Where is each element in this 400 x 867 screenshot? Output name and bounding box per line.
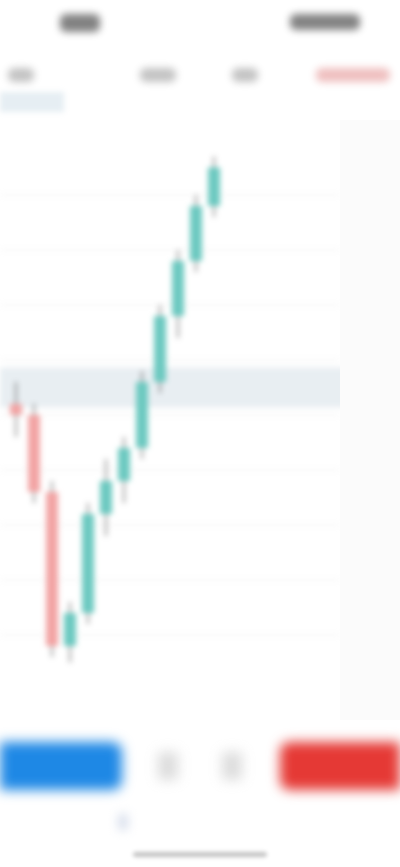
candle-up [154,316,166,382]
status-time [60,14,100,32]
status-icons [290,14,360,30]
quantity-decrease-button[interactable] [158,752,178,780]
quantity-stepper[interactable] [140,742,260,790]
candle-up [190,206,202,261]
home-indicator [133,852,267,857]
indicator-icon[interactable] [232,68,258,82]
candle-down [46,492,58,646]
sell-button[interactable] [0,742,122,790]
trade-icon[interactable] [316,68,390,82]
quantity-increase-button[interactable] [222,752,242,780]
candle-up [82,514,94,613]
candle-up [136,382,148,448]
candle-up [208,167,220,206]
price-axis [340,120,400,720]
buy-button[interactable] [280,742,400,790]
candle-up [118,448,130,481]
symbol-icon[interactable] [8,68,34,82]
status-bar [0,0,400,48]
timeframe-selector[interactable] [140,68,176,82]
tab-indicator [118,814,128,830]
candle-down [10,404,22,415]
candle-down [28,415,40,492]
candle-up [64,613,76,646]
symbol-tag [0,92,64,112]
candle-up [172,261,184,316]
candle-up [100,481,112,514]
